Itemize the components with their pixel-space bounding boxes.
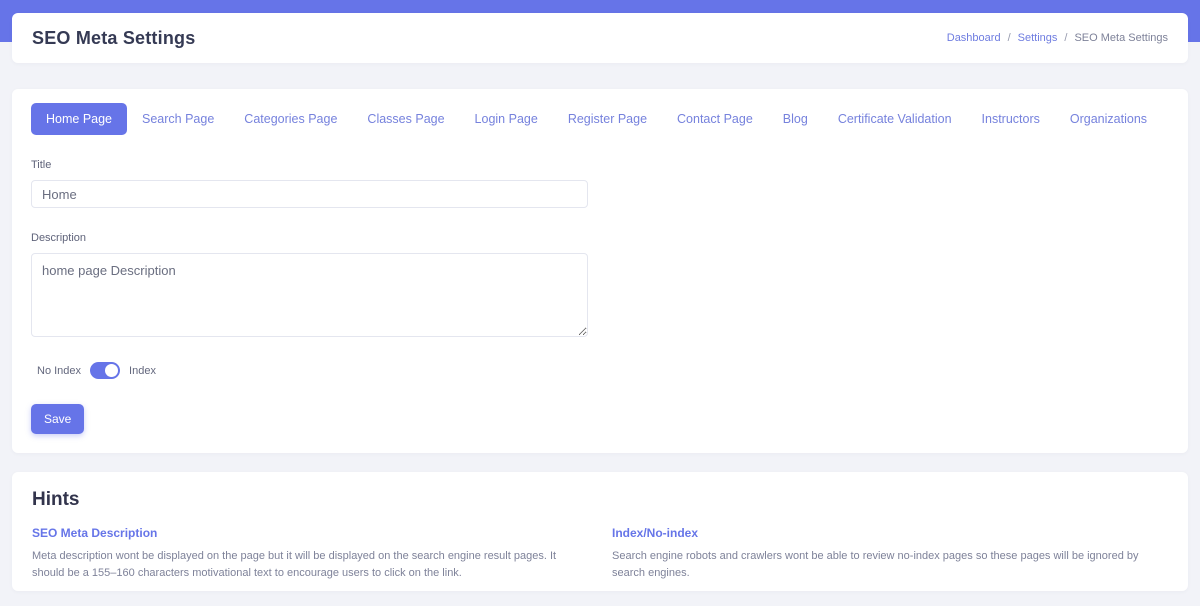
- hint-title: SEO Meta Description: [32, 526, 589, 540]
- tab-search-page[interactable]: Search Page: [127, 103, 229, 135]
- breadcrumb-current: SEO Meta Settings: [1074, 32, 1168, 44]
- toggle-on-label: Index: [129, 365, 156, 377]
- breadcrumb-separator: /: [1008, 32, 1011, 44]
- breadcrumb-link-settings[interactable]: Settings: [1018, 32, 1058, 44]
- tab-classes-page[interactable]: Classes Page: [352, 103, 459, 135]
- description-field-label: Description: [31, 232, 1169, 244]
- title-field-label: Title: [31, 159, 1169, 171]
- tab-categories-page[interactable]: Categories Page: [229, 103, 352, 135]
- breadcrumb-separator: /: [1064, 32, 1067, 44]
- hint-text: Meta description wont be displayed on th…: [32, 548, 589, 582]
- page-tabs: Home Page Search Page Categories Page Cl…: [31, 103, 1169, 135]
- hint-title: Index/No-index: [612, 526, 1168, 540]
- hints-heading: Hints: [32, 489, 1168, 511]
- tab-login-page[interactable]: Login Page: [460, 103, 553, 135]
- tab-register-page[interactable]: Register Page: [553, 103, 662, 135]
- breadcrumb-link-dashboard[interactable]: Dashboard: [947, 32, 1001, 44]
- tab-contact-page[interactable]: Contact Page: [662, 103, 768, 135]
- tab-home-page[interactable]: Home Page: [31, 103, 127, 135]
- index-toggle-row: No Index Index: [31, 362, 1169, 379]
- title-input[interactable]: [31, 180, 588, 208]
- hint-text: Search engine robots and crawlers wont b…: [612, 548, 1168, 582]
- toggle-off-label: No Index: [37, 365, 81, 377]
- page-header-card: SEO Meta Settings Dashboard / Settings /…: [12, 13, 1188, 63]
- hint-index-no-index: Index/No-index Search engine robots and …: [612, 526, 1168, 582]
- tab-instructors[interactable]: Instructors: [967, 103, 1055, 135]
- tab-blog[interactable]: Blog: [768, 103, 823, 135]
- page-title: SEO Meta Settings: [32, 28, 195, 49]
- hints-columns: SEO Meta Description Meta description wo…: [32, 526, 1168, 582]
- tab-certificate-validation[interactable]: Certificate Validation: [823, 103, 967, 135]
- index-toggle-switch[interactable]: [90, 362, 120, 379]
- hints-card: Hints SEO Meta Description Meta descript…: [12, 472, 1188, 591]
- description-textarea[interactable]: home page Description: [31, 253, 588, 337]
- save-button[interactable]: Save: [31, 404, 84, 434]
- hint-seo-meta-description: SEO Meta Description Meta description wo…: [32, 526, 589, 582]
- breadcrumb: Dashboard / Settings / SEO Meta Settings: [947, 32, 1168, 44]
- seo-settings-card: Home Page Search Page Categories Page Cl…: [12, 89, 1188, 453]
- toggle-knob: [105, 364, 118, 377]
- tab-organizations[interactable]: Organizations: [1055, 103, 1162, 135]
